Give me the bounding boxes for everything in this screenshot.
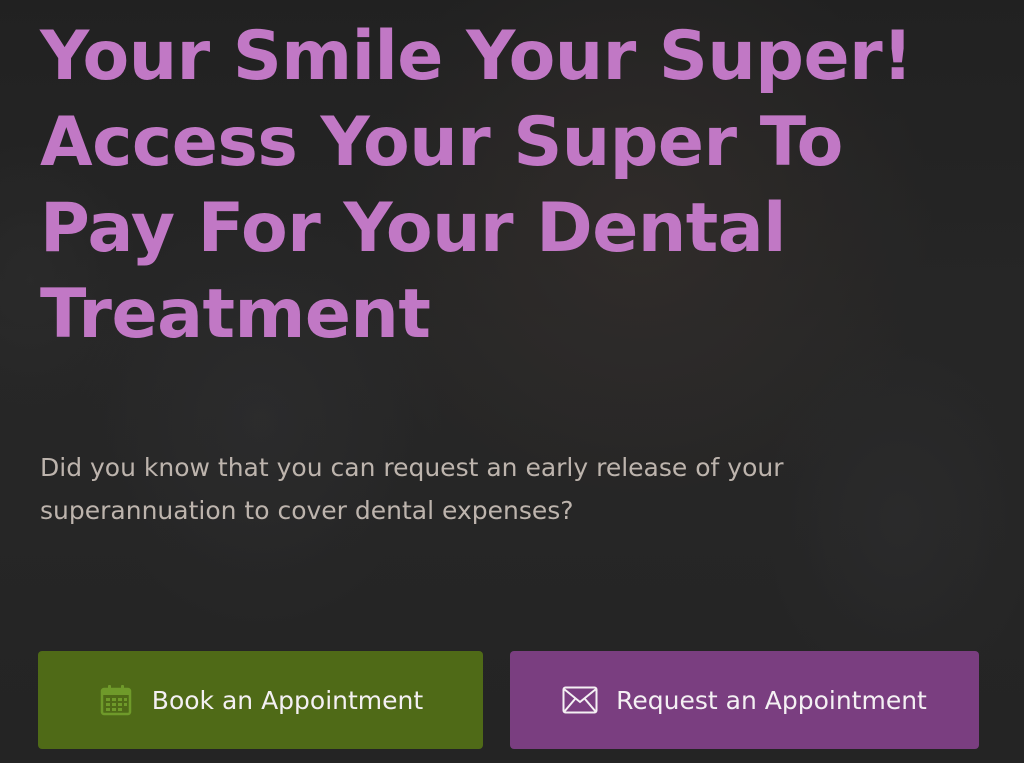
request-appointment-button[interactable]: Request an Appointment	[510, 651, 979, 749]
calendar-icon	[98, 682, 134, 718]
headline-line-1: Your Smile Your Super!	[40, 17, 913, 96]
intro-line-2: superannuation to cover dental expenses?	[40, 496, 574, 525]
intro-text: Did you know that you can request an ear…	[40, 446, 940, 532]
request-appointment-label: Request an Appointment	[616, 685, 927, 715]
headline-line-4: Treatment	[40, 275, 431, 354]
page-title: Your Smile Your Super! Access Your Super…	[40, 14, 980, 358]
intro-line-1: Did you know that you can request an ear…	[40, 453, 784, 482]
book-appointment-button[interactable]: Book an Appointment	[38, 651, 483, 749]
envelope-icon	[562, 682, 598, 718]
hero-section: Your Smile Your Super! Access Your Super…	[0, 0, 1024, 763]
headline-line-2: Access Your Super To	[40, 103, 843, 182]
headline-line-3: Pay For Your Dental	[40, 189, 786, 268]
book-appointment-label: Book an Appointment	[151, 685, 424, 715]
